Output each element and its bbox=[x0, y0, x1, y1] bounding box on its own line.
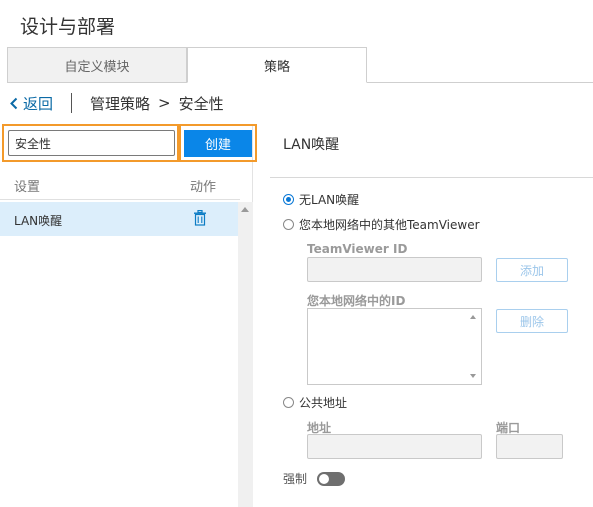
tab-policies[interactable]: 策略 bbox=[187, 47, 367, 83]
trash-icon[interactable] bbox=[193, 209, 207, 229]
scroll-up-arrow-icon[interactable] bbox=[241, 207, 249, 212]
list-header: 设置 动作 bbox=[0, 170, 253, 200]
breadcrumb-separator: > bbox=[158, 94, 171, 112]
breadcrumb-item-manage-policies[interactable]: 管理策略 bbox=[90, 93, 150, 114]
list-scrollbar[interactable] bbox=[238, 202, 253, 507]
back-button[interactable]: 返回 bbox=[10, 93, 53, 114]
nav-divider bbox=[71, 93, 73, 113]
create-button[interactable]: 创建 bbox=[184, 130, 252, 157]
app-title: 设计与部署 bbox=[20, 16, 116, 38]
column-header-setting: 设置 bbox=[14, 180, 41, 195]
teamviewer-id-label: TeamViewer ID bbox=[307, 242, 408, 256]
force-setting: 强制 bbox=[283, 470, 346, 487]
breadcrumb: 返回 管理策略 > 安全性 bbox=[10, 93, 224, 113]
local-ids-list[interactable] bbox=[307, 308, 482, 385]
force-toggle[interactable] bbox=[317, 471, 346, 486]
list-item[interactable]: LAN唤醒 bbox=[0, 202, 238, 236]
radio-button[interactable] bbox=[283, 219, 294, 230]
list-item-label: LAN唤醒 bbox=[14, 214, 63, 228]
back-label: 返回 bbox=[23, 94, 54, 113]
radio-label: 您本地网络中的其他TeamViewer bbox=[299, 218, 480, 232]
force-label: 强制 bbox=[283, 472, 308, 486]
column-header-action: 动作 bbox=[190, 180, 217, 195]
teamviewer-id-input[interactable] bbox=[307, 257, 482, 282]
port-input[interactable] bbox=[496, 434, 563, 459]
local-ids-label: 您本地网络中的ID bbox=[307, 294, 406, 308]
scroll-up-arrow-icon[interactable] bbox=[470, 315, 476, 319]
breadcrumb-item-security: 安全性 bbox=[178, 94, 224, 113]
tab-custom-modules[interactable]: 自定义模块 bbox=[7, 47, 187, 83]
search-input[interactable] bbox=[8, 130, 175, 156]
radio-no-wake-on-lan[interactable]: 无LAN唤醒 bbox=[283, 191, 359, 208]
section-divider bbox=[270, 177, 593, 178]
radio-label: 公共地址 bbox=[299, 396, 348, 410]
list-header-divider bbox=[0, 199, 240, 200]
radio-label: 无LAN唤醒 bbox=[299, 193, 360, 207]
radio-button[interactable] bbox=[283, 194, 294, 205]
radio-other-teamviewer[interactable]: 您本地网络中的其他TeamViewer bbox=[283, 216, 480, 233]
radio-public-address[interactable]: 公共地址 bbox=[283, 394, 347, 411]
add-button[interactable]: 添加 bbox=[496, 258, 568, 282]
address-input[interactable] bbox=[307, 434, 482, 459]
tab-bar: 自定义模块 策略 bbox=[7, 47, 593, 83]
section-title: LAN唤醒 bbox=[283, 137, 340, 153]
delete-button[interactable]: 删除 bbox=[496, 309, 568, 333]
radio-button[interactable] bbox=[283, 397, 294, 408]
scroll-down-arrow-icon[interactable] bbox=[470, 374, 476, 378]
chevron-left-icon bbox=[10, 97, 18, 109]
